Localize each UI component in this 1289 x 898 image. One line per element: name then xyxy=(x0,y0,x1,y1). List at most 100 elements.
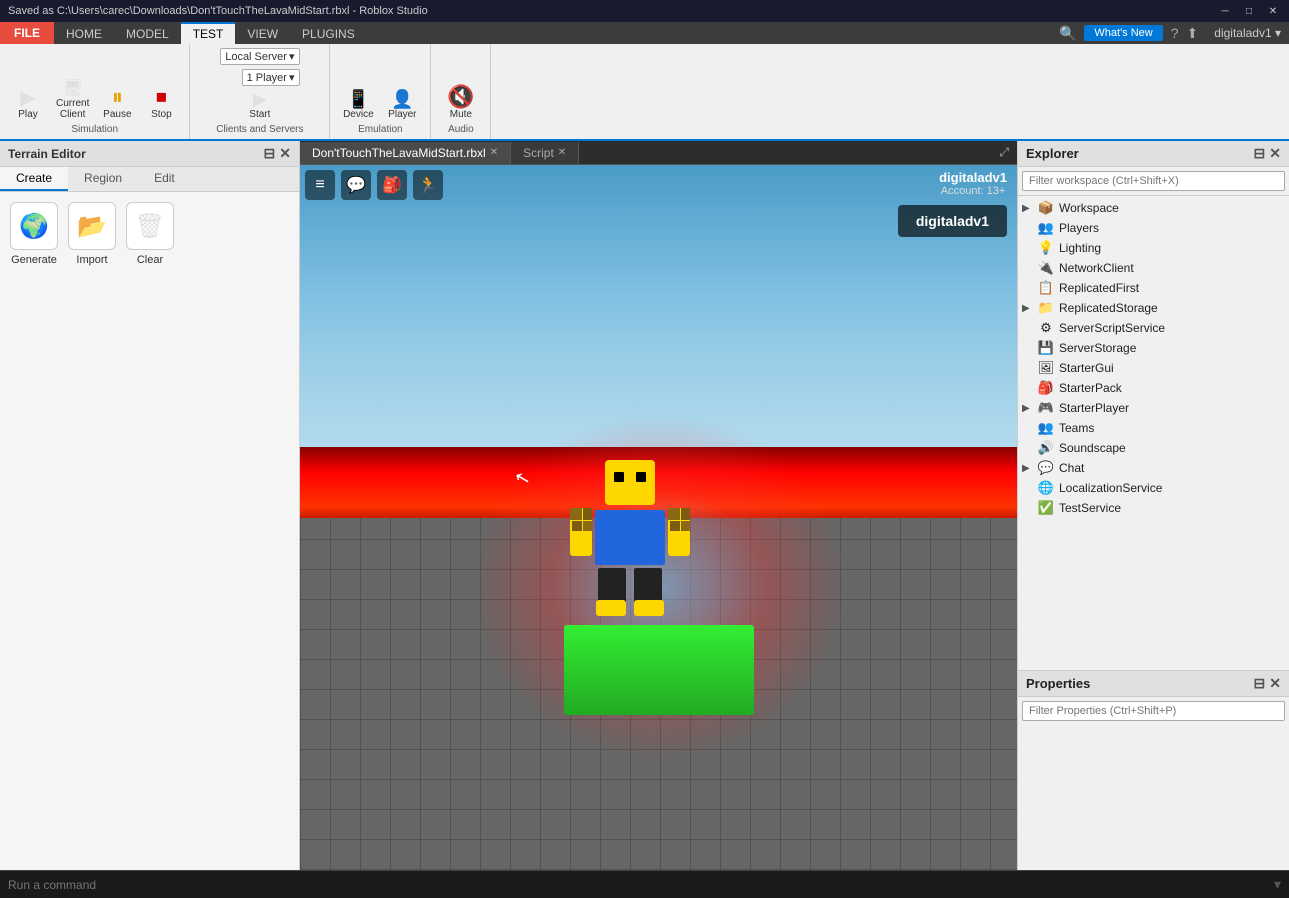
startergui-icon: 🖼 xyxy=(1038,360,1054,376)
explorer-close-button[interactable]: ✕ xyxy=(1269,145,1281,162)
mute-label: Mute xyxy=(450,109,472,120)
explorer-header: Explorer ⊟ ✕ xyxy=(1018,141,1289,167)
ribbon-tab-view[interactable]: VIEW xyxy=(235,22,290,44)
tree-item-starterpack[interactable]: 🎒 StarterPack xyxy=(1018,378,1289,398)
tree-item-localizationservice[interactable]: 🌐 LocalizationService xyxy=(1018,478,1289,498)
starterplayer-arrow: ▶ xyxy=(1022,403,1036,414)
soundscape-icon: 🔊 xyxy=(1038,440,1054,456)
players-label: Players xyxy=(1059,221,1099,235)
ribbon-tab-test[interactable]: TEST xyxy=(181,22,236,44)
explorer-pin-button[interactable]: ⊟ xyxy=(1254,145,1266,162)
explorer-search-input[interactable] xyxy=(1022,171,1285,191)
terrain-tab-create[interactable]: Create xyxy=(0,167,68,191)
mute-button[interactable]: 🔇 Mute xyxy=(441,84,481,122)
networkclient-arrow xyxy=(1022,263,1036,274)
tree-item-players[interactable]: 👥 Players xyxy=(1018,218,1289,238)
tree-item-workspace[interactable]: ▶ 📦 Workspace xyxy=(1018,198,1289,218)
tree-item-chat[interactable]: ▶ 💬 Chat xyxy=(1018,458,1289,478)
tree-item-lighting[interactable]: 💡 Lighting xyxy=(1018,238,1289,258)
lighting-label: Lighting xyxy=(1059,241,1101,255)
foot-left xyxy=(596,600,626,616)
character-svg xyxy=(570,460,690,620)
help-search-icon: 🔍 xyxy=(1059,25,1076,42)
terrain-close-button[interactable]: ✕ xyxy=(279,145,291,162)
chat-icon[interactable]: 💬 xyxy=(341,170,371,200)
play-button[interactable]: ▶ Play xyxy=(8,86,48,122)
device-button[interactable]: 📱 Device xyxy=(338,88,378,122)
script-tab-close[interactable]: ✕ xyxy=(558,147,566,158)
pause-icon: ⏸ xyxy=(112,86,123,108)
replicatedfirst-label: ReplicatedFirst xyxy=(1059,281,1139,295)
serverstorage-label: ServerStorage xyxy=(1059,341,1136,355)
ribbon-group-emulation: 📱 Device 👤 Player Emulation xyxy=(330,44,431,139)
terrain-editor-header: Terrain Editor ⊟ ✕ xyxy=(0,141,299,167)
tree-item-replicatedstorage[interactable]: ▶ 📁 ReplicatedStorage xyxy=(1018,298,1289,318)
ribbon-group-audio: 🔇 Mute Audio xyxy=(431,44,491,139)
replicatedfirst-icon: 📋 xyxy=(1038,280,1054,296)
viewport-tab-script[interactable]: Script ✕ xyxy=(511,142,579,164)
properties-pin-button[interactable]: ⊟ xyxy=(1254,675,1266,692)
generate-tool[interactable]: 🌍 Generate xyxy=(10,202,58,266)
properties-search-area xyxy=(1018,697,1289,725)
properties-controls: ⊟ ✕ xyxy=(1254,675,1281,692)
tree-item-teams[interactable]: 👥 Teams xyxy=(1018,418,1289,438)
tree-item-serverstorage[interactable]: 💾 ServerStorage xyxy=(1018,338,1289,358)
player-button[interactable]: 👤 Player xyxy=(382,88,422,122)
tree-item-starterplayer[interactable]: ▶ 🎮 StarterPlayer xyxy=(1018,398,1289,418)
terrain-tools-row: 🌍 Generate 📂 Import 🗑 Clear xyxy=(10,202,289,266)
minimize-button[interactable]: ─ xyxy=(1217,3,1233,19)
tree-item-networkclient[interactable]: 🔌 NetworkClient xyxy=(1018,258,1289,278)
expand-button[interactable]: ⤢ xyxy=(991,141,1017,164)
ribbon-tab-plugins[interactable]: PLUGINS xyxy=(290,22,367,44)
terrain-tab-edit[interactable]: Edit xyxy=(138,167,191,191)
audio-items: 🔇 Mute xyxy=(441,48,481,122)
soundscape-arrow xyxy=(1022,443,1036,454)
properties-search-input[interactable] xyxy=(1022,701,1285,721)
share-icon[interactable]: ⬆ xyxy=(1187,25,1199,42)
tree-item-testservice[interactable]: ✅ TestService xyxy=(1018,498,1289,518)
stop-icon: ⏹ xyxy=(156,86,167,108)
properties-close-button[interactable]: ✕ xyxy=(1269,675,1281,692)
terrain-editor-title: Terrain Editor xyxy=(8,147,86,161)
audio-group-label: Audio xyxy=(448,124,474,135)
help-icon[interactable]: ? xyxy=(1171,25,1179,41)
menu-icon[interactable]: ≡ xyxy=(305,170,335,200)
current-client-button[interactable]: 🖥 CurrentClient xyxy=(52,79,93,122)
user-menu[interactable]: digitaladv1 ▾ xyxy=(1206,26,1289,40)
ribbon-tab-model[interactable]: MODEL xyxy=(114,22,181,44)
terrain-tab-region[interactable]: Region xyxy=(68,167,138,191)
brick5 xyxy=(668,508,680,520)
start-button[interactable]: ▶ Start xyxy=(240,88,280,122)
terrain-pin-button[interactable]: ⊟ xyxy=(264,145,276,162)
stop-button[interactable]: ⏹ Stop xyxy=(141,84,181,122)
ribbon-tab-home[interactable]: HOME xyxy=(54,22,114,44)
command-expand-arrow[interactable]: ▾ xyxy=(1274,876,1281,893)
tree-item-startergui[interactable]: 🖼 StarterGui xyxy=(1018,358,1289,378)
local-server-dropdown[interactable]: Local Server ▾ xyxy=(220,48,299,65)
lighting-icon: 💡 xyxy=(1038,240,1054,256)
window-controls: ─ □ ✕ xyxy=(1217,3,1281,19)
whats-new-button[interactable]: What's New xyxy=(1084,25,1162,41)
close-button[interactable]: ✕ xyxy=(1265,3,1281,19)
tree-item-serverscriptservice[interactable]: ⚙ ServerScriptService xyxy=(1018,318,1289,338)
file-menu-button[interactable]: FILE xyxy=(0,22,54,44)
current-client-label: CurrentClient xyxy=(56,98,89,120)
import-tool[interactable]: 📂 Import xyxy=(68,202,116,266)
soundscape-label: Soundscape xyxy=(1059,441,1126,455)
command-input[interactable] xyxy=(8,878,1274,892)
viewport-tab-main[interactable]: Don'tTouchTheLavaMidStart.rbxl ✕ xyxy=(300,142,511,164)
localization-icon: 🌐 xyxy=(1038,480,1054,496)
tree-item-replicatedfirst[interactable]: 📋 ReplicatedFirst xyxy=(1018,278,1289,298)
ingame-button[interactable]: digitaladv1 xyxy=(898,205,1007,237)
emotes-icon[interactable]: 🏃 xyxy=(413,170,443,200)
main-tab-close[interactable]: ✕ xyxy=(490,147,498,158)
tree-item-soundscape[interactable]: 🔊 Soundscape xyxy=(1018,438,1289,458)
players-dropdown[interactable]: 1 Player ▾ xyxy=(242,69,300,86)
clear-tool[interactable]: 🗑 Clear xyxy=(126,202,174,266)
terrain-tab-strip: Create Region Edit xyxy=(0,167,299,192)
pause-button[interactable]: ⏸ Pause xyxy=(97,84,137,122)
character-eye-left xyxy=(614,472,624,482)
inventory-icon[interactable]: 🎒 xyxy=(377,170,407,200)
game-viewport[interactable]: ↖ ≡ 💬 🎒 🏃 digitaladv1 Account: 13+ digit… xyxy=(300,165,1017,870)
maximize-button[interactable]: □ xyxy=(1241,3,1257,19)
